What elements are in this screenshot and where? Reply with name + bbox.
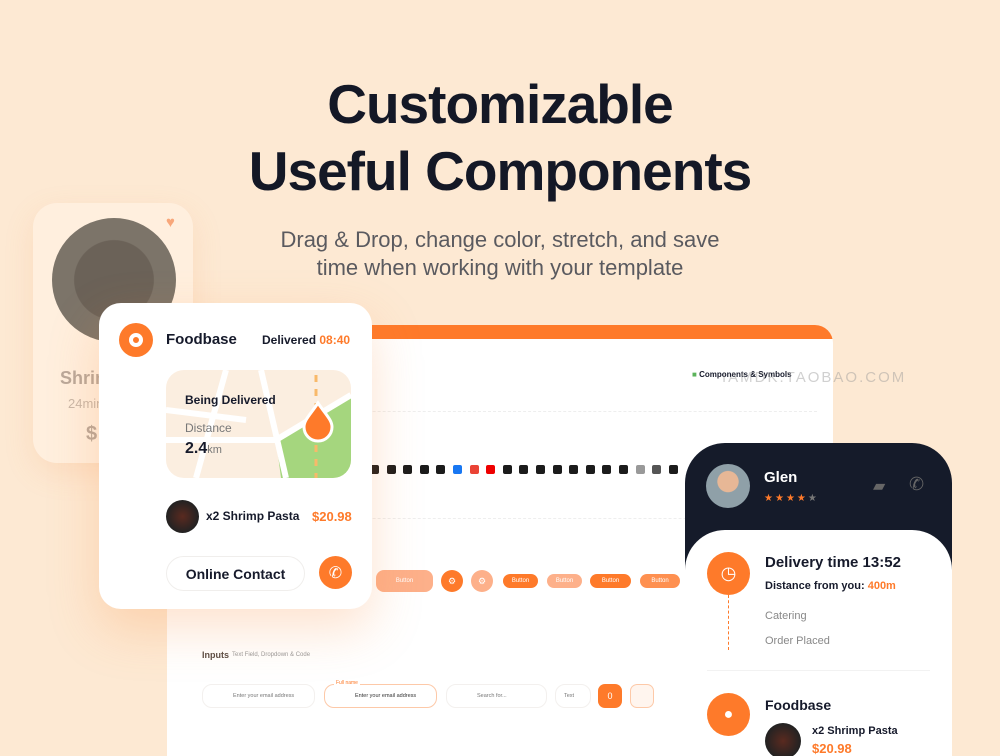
item-name: x2 Shrimp Pasta (812, 725, 898, 737)
inputs-subtitle: Text Field, Dropdown & Code (232, 652, 311, 658)
symbol-icon (668, 465, 678, 474)
brand-name: Foodbase (765, 697, 832, 713)
star-icon: ★ (774, 493, 786, 504)
delivery-map: Being Delivered Distance 2.4km (166, 370, 351, 478)
item-price: $20.98 (812, 741, 852, 756)
button-label: Button (511, 578, 530, 584)
star-icon: ★ (807, 493, 819, 504)
distance-value: 400m (867, 580, 896, 592)
divider (707, 670, 930, 671)
courier-card-body: ◷ Delivery time 13:52 Distance from you:… (685, 530, 952, 756)
symbol-icon (453, 465, 462, 474)
distance: Distance from you: 400m (765, 580, 896, 592)
inputs-title: Inputs (202, 650, 229, 660)
star-icon: ★ (764, 493, 775, 504)
food-price: $ (86, 423, 98, 445)
phone-icon[interactable]: ✆ (909, 474, 924, 495)
fullname-input[interactable]: Enter your email address (324, 684, 437, 708)
item-thumbnail (765, 723, 801, 756)
code-input-empty[interactable] (630, 684, 654, 708)
symbol-icon (619, 465, 628, 474)
delivered-time: 08:40 (319, 333, 351, 347)
button-label: Button (651, 578, 669, 584)
item-price: $20.98 (312, 509, 352, 524)
symbol-icon (386, 465, 396, 474)
item-name: x2 Shrimp Pasta (206, 509, 300, 523)
distance-label: Distance (185, 421, 232, 435)
button-light[interactable]: Button (547, 574, 582, 588)
button-label: Button (395, 578, 414, 584)
item-thumbnail (166, 500, 199, 533)
button-primary-icon[interactable]: Button (590, 574, 631, 588)
star-icon: ★ (785, 493, 797, 504)
symbol-icon (569, 465, 579, 474)
timeline-line (728, 595, 729, 650)
text-dropdown[interactable]: Text (555, 684, 591, 708)
fullname-placeholder: Enter your email address (355, 693, 417, 699)
icon-button-light[interactable]: ⚙ (471, 570, 493, 592)
button-primary[interactable]: Button (503, 574, 538, 588)
rating-stars: ★★★★★ (764, 493, 819, 504)
symbol-icon (502, 465, 512, 474)
symbol-icon (419, 465, 429, 474)
symbol-icon (652, 465, 662, 474)
delivery-status: Being Delivered (185, 393, 276, 407)
dropdown-value: Text (564, 693, 575, 699)
symbol-icon (486, 465, 496, 474)
heart-icon[interactable]: ♥ (166, 214, 175, 231)
phone-call-button[interactable]: ✆ (319, 556, 352, 589)
symbol-icon (536, 465, 545, 474)
symbol-icon (469, 465, 479, 474)
clock-icon: ◷ (707, 552, 750, 595)
distance-label: Distance from you: (765, 580, 865, 592)
puzzle-icon: ■ (692, 370, 697, 379)
email-input[interactable]: Enter your email address (202, 684, 315, 708)
courier-card: Glen ★★★★★ ▰ ✆ ◷ Delivery time 13:52 Dis… (685, 443, 952, 756)
search-dropdown[interactable]: Search for... (446, 684, 547, 708)
chat-icon[interactable]: ▰ (873, 476, 885, 496)
code-input-filled[interactable]: 0 (598, 684, 622, 708)
delivered-status: Delivered 08:40 (262, 333, 350, 347)
online-contact-button[interactable]: Online Contact (166, 556, 305, 591)
distance: 2.4km (185, 440, 222, 458)
courier-name: Glen (764, 469, 798, 486)
button-label: Button (555, 578, 574, 584)
hero-title-line2: Useful Components (248, 140, 752, 202)
step-order-placed: Order Placed (765, 635, 830, 647)
email-placeholder: Enter your email address (233, 693, 295, 699)
button-label: Button (601, 578, 620, 584)
brand-logo-icon (119, 323, 153, 357)
symbol-icon (519, 465, 529, 474)
symbol-icon (436, 465, 446, 474)
button-icon[interactable]: Button (640, 574, 680, 588)
search-placeholder: Search for... (477, 693, 507, 699)
button-light-large[interactable]: Button (376, 570, 433, 592)
symbol-icon (635, 465, 645, 474)
brand-name: Foodbase (166, 331, 237, 348)
symbol-icon (585, 465, 595, 474)
delivery-card: Foodbase Delivered 08:40 Being Delivered… (99, 303, 372, 609)
step-catering: Catering (765, 610, 807, 622)
symbol-icon (602, 465, 612, 474)
fullname-label: Full name (334, 680, 360, 686)
courier-avatar (706, 464, 750, 508)
delivery-time: Delivery time 13:52 (765, 554, 901, 571)
icon-button[interactable]: ⚙ (441, 570, 463, 592)
distance-unit: km (207, 444, 222, 456)
location-icon: ● (707, 693, 750, 736)
symbol-icon (403, 465, 413, 474)
hero-title-line1: Customizable (327, 73, 674, 135)
delivered-label: Delivered (262, 333, 317, 347)
star-icon: ★ (796, 493, 808, 504)
symbol-icon (552, 465, 562, 474)
distance-value: 2.4 (185, 440, 208, 457)
watermark: IAMDK.TAOBAO.COM (722, 369, 907, 386)
